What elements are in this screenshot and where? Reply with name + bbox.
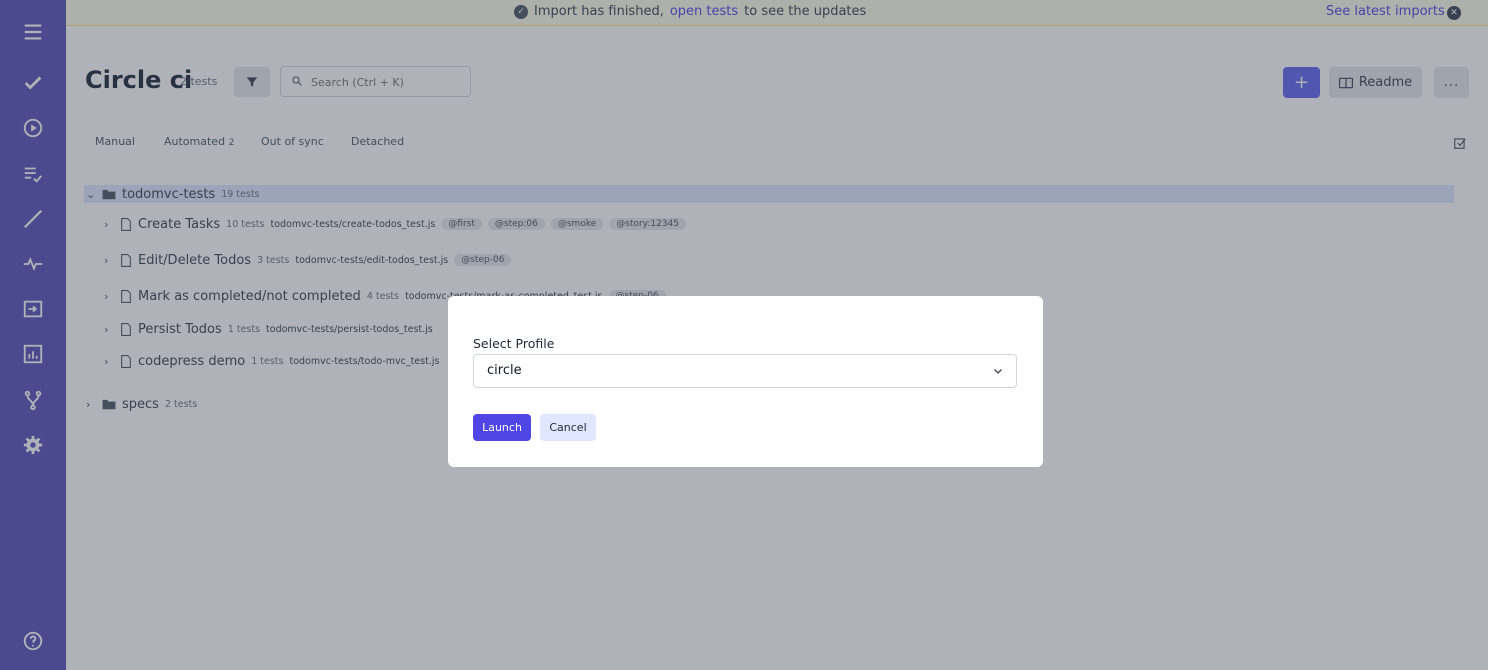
chevron-down-icon	[994, 369, 1002, 374]
cancel-button[interactable]: Cancel	[540, 414, 596, 441]
launch-button[interactable]: Launch	[473, 414, 531, 441]
select-profile-label: Select Profile	[473, 336, 555, 351]
profile-select-value: circle	[487, 363, 522, 378]
profile-select[interactable]: circle	[473, 354, 1017, 388]
select-profile-dialog: Select Profile circle Launch Cancel	[448, 296, 1043, 467]
